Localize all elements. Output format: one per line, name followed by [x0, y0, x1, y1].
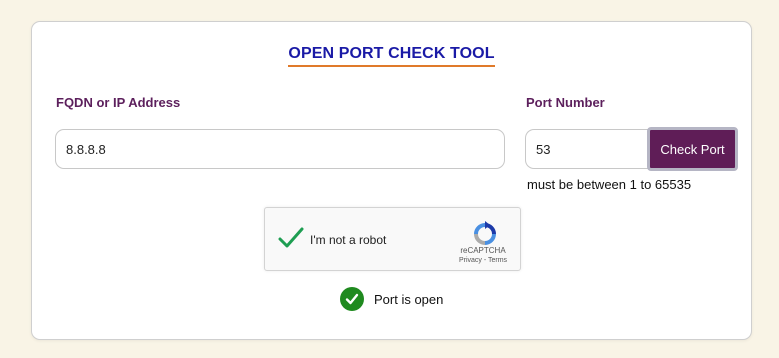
check-port-button[interactable]: Check Port — [647, 127, 738, 171]
ip-address-input[interactable] — [55, 129, 505, 169]
port-check-card: OPEN PORT CHECK TOOL FQDN or IP Address … — [31, 21, 752, 340]
recaptcha-label: I'm not a robot — [310, 233, 387, 247]
check-circle-icon — [340, 287, 364, 311]
port-range-hint: must be between 1 to 65535 — [527, 177, 692, 192]
port-number-input[interactable] — [525, 129, 651, 169]
port-number-label: Port Number — [526, 95, 605, 110]
port-status: Port is open — [340, 286, 443, 312]
checkmark-icon[interactable] — [278, 225, 304, 251]
page-title: OPEN PORT CHECK TOOL — [32, 45, 751, 67]
port-status-text: Port is open — [374, 291, 444, 307]
recaptcha-logo-icon — [471, 220, 499, 248]
recaptcha-brand: reCAPTCHA — [460, 246, 506, 255]
recaptcha-privacy-terms[interactable]: Privacy - Terms — [448, 257, 518, 264]
ip-address-label: FQDN or IP Address — [56, 95, 181, 110]
recaptcha-widget: I'm not a robot reCAPTCHA Privacy - Term… — [264, 207, 521, 271]
page-title-text: OPEN PORT CHECK TOOL — [288, 45, 495, 67]
